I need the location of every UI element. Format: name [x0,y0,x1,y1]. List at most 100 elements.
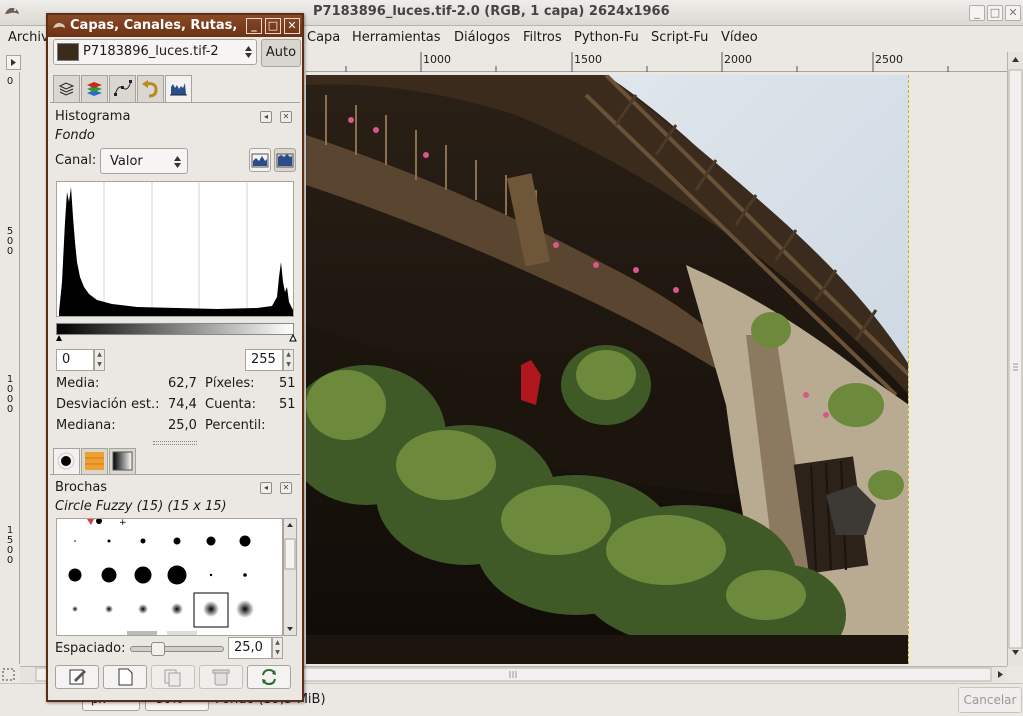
refresh-brushes-icon [262,668,276,686]
horizontal-ruler[interactable]: 1000 1500 2000 2500 [306,52,1008,72]
median-value: 25,0 [168,418,197,433]
layers-tab-icon [58,82,75,96]
close-tab-button[interactable]: ✕ [280,482,292,494]
menu-python-fu[interactable]: Python-Fu [574,30,639,45]
arrow-right-icon [11,59,16,66]
tab-undo[interactable] [137,75,164,102]
dock-title: Capas, Canales, Rutas, [70,18,238,33]
delete-brush-button[interactable] [199,665,243,689]
channel-select[interactable]: Valor [100,148,188,174]
image-canvas[interactable] [306,75,909,664]
menu-script-fu[interactable]: Script-Fu [651,30,708,45]
ruler-label: 0 [6,246,14,257]
gimp-app-icon [53,22,65,28]
new-brush-icon [118,668,133,686]
vertical-ruler[interactable]: 0 5 0 0 1 0 0 0 1 5 0 0 [0,72,20,664]
ruler-label: 0 [6,76,14,87]
ruler-label: 1000 [423,53,451,66]
brushes-title: Brochas [55,480,108,495]
percentile-label: Percentil: [205,418,266,433]
tab-paths[interactable] [109,75,136,102]
menu-herramientas[interactable]: Herramientas [352,30,441,45]
ruler-label: 1500 [574,53,602,66]
menu-video[interactable]: Vídeo [721,30,758,45]
range-high-input[interactable]: 255 [245,349,283,371]
divider [50,102,300,103]
spacing-slider[interactable] [130,642,224,656]
close-button[interactable]: ✕ [1005,5,1021,21]
tab-menu-button[interactable]: ◂ [260,111,272,123]
std-value: 74,4 [168,397,197,412]
tab-channels[interactable] [81,75,108,102]
dock-window: Capas, Canales, Rutas, _ □ ✕ P7183896_lu… [46,13,304,702]
range-high-spinner[interactable]: ▲ ▼ [283,349,294,371]
edit-brush-icon [69,669,86,685]
paths-tab-icon [114,80,132,96]
pattern-tab-icon [85,452,104,470]
new-brush-button[interactable] [103,665,147,689]
tab-gradients[interactable] [109,448,136,474]
menu-dialogos[interactable]: Diálogos [454,30,510,45]
range-handles[interactable] [54,333,300,342]
drawable-name: Fondo [55,128,95,143]
range-low-spinner[interactable]: ▲ ▼ [94,349,105,371]
edit-brush-button[interactable] [55,665,99,689]
histogram-view[interactable] [56,181,294,317]
menu-filtros[interactable]: Filtros [523,30,562,45]
quick-mask-toggle[interactable] [6,55,21,70]
tab-brushes[interactable] [53,448,80,474]
chevron-updown-icon [174,156,181,168]
brush-previews: + [68,519,254,635]
tab-histogram[interactable] [165,75,192,103]
pane-resize-handle[interactable] [153,441,197,445]
image-selector-value: P7183896_luces.tif-2 [83,44,219,59]
dock-maximize-button[interactable]: □ [265,18,281,34]
undo-tab-icon [142,80,158,98]
range-low-input[interactable]: 0 [56,349,94,371]
spacing-label: Espaciado: [55,641,126,656]
zoom-to-fit-button[interactable] [0,666,20,683]
duplicate-brush-button[interactable] [151,665,195,689]
tab-menu-button[interactable]: ◂ [260,482,272,494]
dock-minimize-button[interactable]: _ [246,18,262,34]
maximize-button[interactable]: □ [987,5,1003,21]
log-histogram-button[interactable] [274,148,296,172]
refresh-brushes-button[interactable] [247,665,291,689]
brush-scrollbar[interactable] [283,518,297,636]
mean-label: Media: [56,376,100,391]
histogram-title: Histograma [55,109,131,124]
close-tab-button[interactable]: ✕ [280,111,292,123]
histogram-tab-icon [170,83,187,96]
chevron-updown-icon [245,46,252,58]
svg-text:+: + [119,519,127,528]
ruler-label: 0 [6,404,14,415]
auto-button[interactable]: Auto [261,39,301,67]
ruler-label: 0 [6,555,14,566]
duplicate-brush-icon [164,669,181,687]
brush-tab-icon [57,452,75,470]
tab-layers[interactable] [53,75,80,102]
vertical-scrollbar[interactable] [1007,52,1023,666]
log-histogram-icon [276,153,294,168]
channel-label: Canal: [55,153,97,168]
dock-titlebar[interactable]: Capas, Canales, Rutas, _ □ ✕ [48,15,302,37]
spacing-input[interactable]: 25,0 [228,637,272,659]
tab-patterns[interactable] [81,448,108,474]
pixels-label: Píxeles: [205,376,255,391]
brush-grid[interactable]: + [56,518,283,636]
image-selector[interactable]: P7183896_luces.tif-2 [53,39,257,65]
photo-building-balconies [306,75,908,664]
linear-histogram-button[interactable] [249,148,271,172]
minimize-button[interactable]: _ [969,5,985,21]
spacing-spinner[interactable]: ▲ ▼ [272,637,283,659]
ruler-label: 2500 [875,53,903,66]
menu-capa[interactable]: Capa [307,30,340,45]
spacing-slider-thumb[interactable] [151,642,165,656]
linear-histogram-icon [251,153,269,168]
dock-close-button[interactable]: ✕ [284,18,300,34]
cancel-button[interactable]: Cancelar [958,687,1022,713]
median-label: Mediana: [56,418,116,433]
mean-value: 62,7 [168,376,197,391]
std-label: Desviación est.: [56,397,160,412]
divider [50,474,300,475]
